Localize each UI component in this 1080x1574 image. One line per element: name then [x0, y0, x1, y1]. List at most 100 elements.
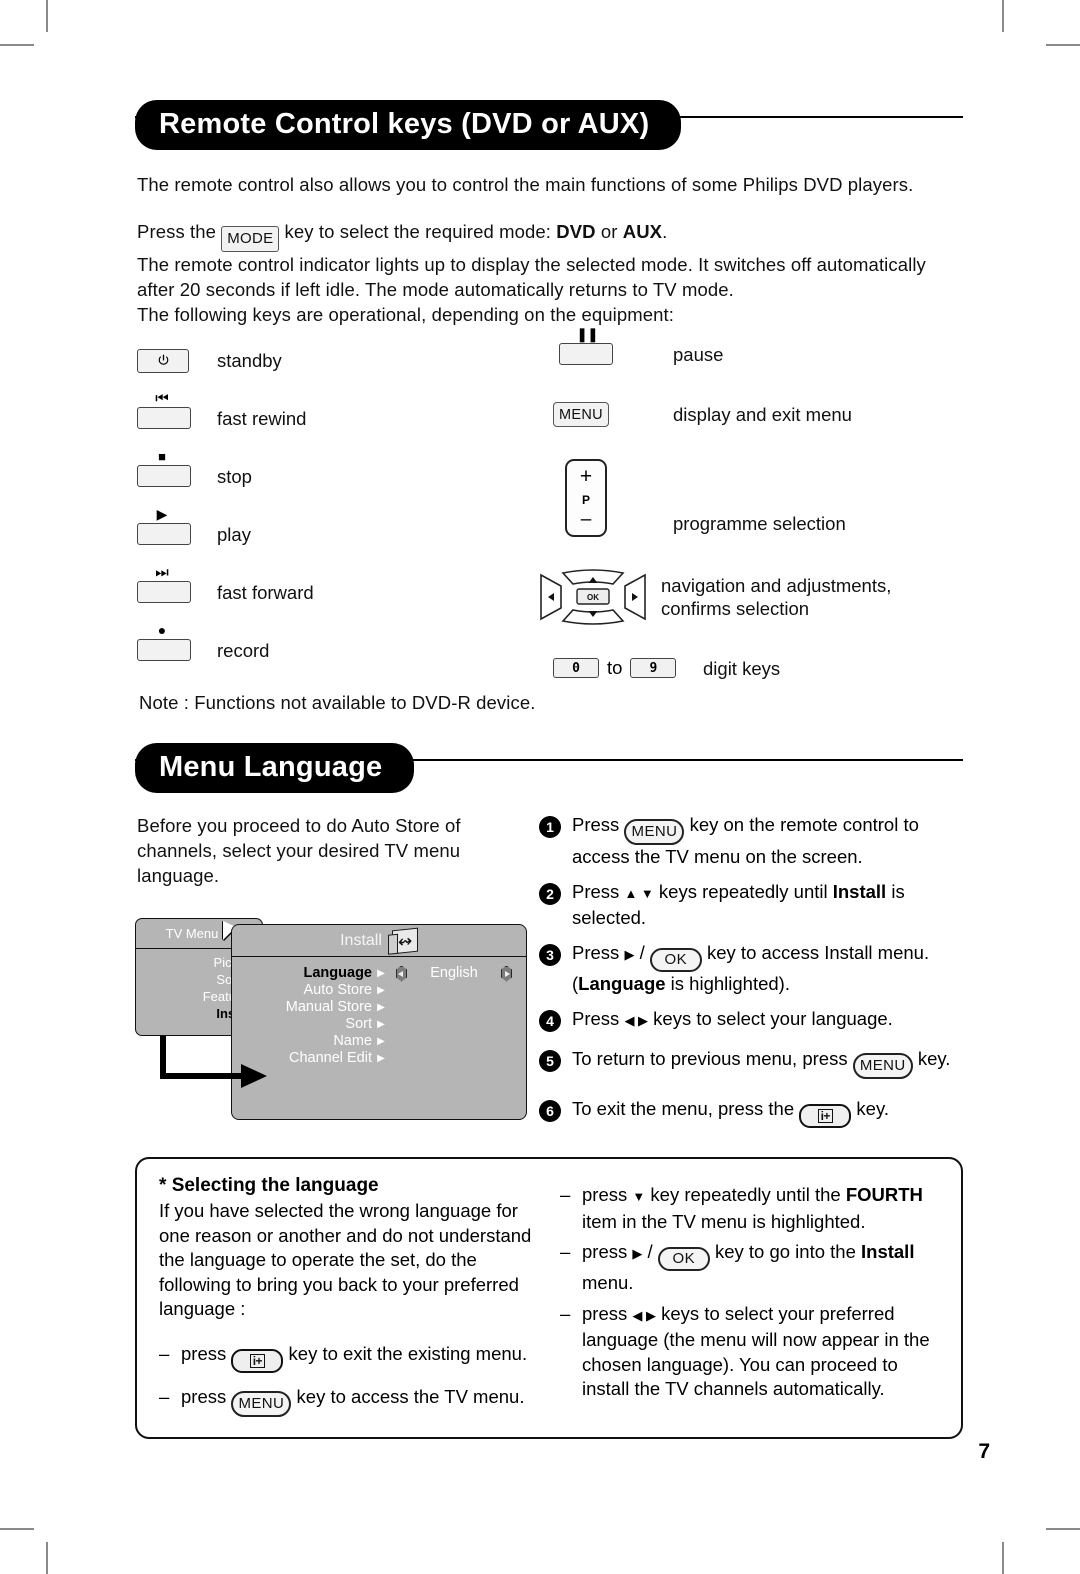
key-face	[137, 581, 191, 604]
pause-key[interactable]: ❚❚	[559, 327, 625, 366]
key-row-record: ● record	[137, 623, 270, 662]
pause-icon: ❚❚	[576, 326, 598, 343]
key-label-menu: display and exit menu	[673, 403, 852, 425]
crop-mark-top-left-v	[46, 0, 48, 32]
bullet-text-part: item in the TV menu is highlighted.	[582, 1210, 866, 1232]
stop-key[interactable]: ■	[137, 450, 209, 488]
crop-mark-bottom-right-h	[1046, 1528, 1080, 1530]
info-key[interactable]: i+	[799, 1104, 852, 1128]
step-text: To exit the menu, press the i+ key.	[572, 1097, 963, 1128]
menu-language-intro-2: channels, select your desired TV menu la…	[137, 840, 461, 886]
step-4: 4 Press ◀ ▶ keys to select your language…	[539, 1007, 963, 1033]
panel-right-column: – press ▼ key repeatedly until the FOURT…	[560, 1175, 939, 1417]
mode-line-4: The following keys are operational, depe…	[137, 303, 674, 325]
bullet-text: press MENU key to access the TV menu.	[181, 1385, 524, 1417]
mode-instruction-text: key to select the required mode:	[284, 221, 557, 243]
install-arrows-glyph: ↭	[397, 930, 413, 952]
programme-rocker[interactable]: + P –	[565, 458, 607, 537]
install-row-label: Manual Store	[285, 999, 372, 1015]
step-text-part: keys to select your language.	[648, 1008, 893, 1029]
programme-rocker-cell: + P –	[553, 458, 625, 537]
step-3: 3 Press ▶ / OK key to access Install men…	[539, 941, 963, 996]
key-face	[137, 407, 191, 430]
install-row-label: Auto Store	[303, 982, 372, 998]
key-label-record: record	[217, 639, 270, 661]
panel-heading-text: Selecting the language	[171, 1175, 379, 1196]
key-label-standby: standby	[217, 350, 282, 372]
menu-key-cell: MENU	[553, 401, 625, 428]
left-arrow-icon[interactable]	[396, 965, 407, 982]
key-label-programme: programme selection	[673, 512, 846, 534]
language-value: English	[430, 965, 478, 981]
menu-language-intro-1: Before you proceed to do Auto Store of	[137, 815, 461, 836]
chevron-right-icon: ▶	[377, 1019, 385, 1030]
key-label-navigation-line1: navigation and adjustments,	[661, 574, 892, 596]
step-text-part: key.	[912, 1048, 951, 1069]
menu-key[interactable]: MENU	[231, 1390, 292, 1417]
step-text: Press ▶ / OK key to access Install menu.…	[572, 941, 963, 996]
language-value-control: English	[396, 965, 512, 982]
step-bold-install: Install	[832, 881, 887, 902]
step-5: 5 To return to previous menu, press MENU…	[539, 1047, 963, 1079]
ok-key[interactable]: OK	[657, 1247, 710, 1272]
record-key[interactable]: ●	[137, 623, 209, 662]
standby-key[interactable]	[137, 348, 209, 373]
programme-p-label: P	[581, 492, 590, 507]
flow-arrow-icon	[160, 1036, 267, 1088]
tv-menu-illustration: TV Menu Picture Sound Features Install I…	[135, 910, 527, 1120]
stop-icon: ■	[158, 449, 166, 465]
digit-key-9[interactable]: 9	[630, 658, 677, 679]
install-row-sort[interactable]: Sort ▶	[232, 1016, 526, 1033]
info-key[interactable]: i+	[231, 1348, 284, 1373]
fast-rewind-key[interactable]: ⏮	[137, 391, 209, 430]
right-arrow-icon: ▶	[624, 947, 635, 962]
right-arrow-icon[interactable]	[501, 965, 512, 982]
panel-right-bullet-3: – press ◀ ▶ keys to select your preferre…	[560, 1302, 939, 1402]
bullet-text-part: press	[582, 1302, 633, 1324]
key-label-fast-rewind: fast rewind	[217, 407, 307, 429]
menu-key[interactable]: MENU	[553, 402, 609, 428]
install-row-language[interactable]: Language ▶ English	[232, 965, 526, 982]
crop-mark-top-right-v	[1002, 0, 1004, 32]
navigation-pad-cell: OK	[539, 568, 651, 625]
crop-mark-top-right-h	[1046, 44, 1080, 46]
step-number: 2	[539, 883, 561, 905]
info-key-label: i+	[249, 1353, 266, 1368]
mode-or-label: or	[595, 221, 623, 243]
programme-minus-label: –	[580, 509, 592, 531]
step-number: 5	[539, 1050, 561, 1072]
play-key[interactable]: ▶	[137, 507, 209, 546]
chevron-right-icon: ▶	[377, 1002, 385, 1013]
key-row-standby: standby	[137, 348, 282, 373]
bullet-text-part: /	[642, 1241, 658, 1262]
ok-key[interactable]: OK	[649, 948, 702, 972]
fast-forward-icon: ⏭	[155, 564, 169, 582]
crop-mark-bottom-right-v	[1002, 1542, 1004, 1574]
page-content: Remote Control keys (DVD or AUX) The rem…	[135, 100, 963, 1439]
left-right-arrow-icon: ◀ ▶	[632, 1307, 656, 1323]
panel-right-bullet-1: – press ▼ key repeatedly until the FOURT…	[560, 1183, 939, 1234]
panel-left-bullet-1: – press i+ key to exit the existing menu…	[159, 1342, 538, 1373]
install-menu-title: Install	[340, 931, 382, 949]
step-text: Press ◀ ▶ keys to select your language.	[572, 1007, 963, 1033]
bullet-text: press ◀ ▶ keys to select your preferred …	[582, 1302, 939, 1402]
digit-key-0[interactable]: 0	[553, 658, 599, 679]
step-number: 1	[539, 816, 561, 838]
install-row-auto-store[interactable]: Auto Store ▶	[232, 982, 526, 999]
bullet-text-part: key to go into the	[709, 1241, 861, 1262]
bullet-bold-install: Install	[861, 1241, 915, 1262]
menu-key[interactable]: MENU	[852, 1053, 913, 1079]
key-row-pause: ❚❚ pause	[559, 327, 723, 366]
menu-key[interactable]: MENU	[624, 819, 685, 845]
mode-key[interactable]: MODE	[221, 225, 280, 252]
key-row-play: ▶ play	[137, 507, 251, 546]
fast-forward-key[interactable]: ⏭	[137, 565, 209, 604]
bullet-text: press ▶ / OK key to go into the Install …	[582, 1240, 939, 1296]
panel-left-column: * Selecting the language If you have sel…	[159, 1175, 538, 1417]
power-symbol	[158, 354, 168, 366]
chevron-right-icon: ▶	[377, 1036, 385, 1047]
step-text: To return to previous menu, press MENU k…	[572, 1047, 963, 1079]
install-row-manual-store[interactable]: Manual Store ▶	[232, 999, 526, 1016]
navigation-pad[interactable]: OK	[539, 568, 647, 625]
